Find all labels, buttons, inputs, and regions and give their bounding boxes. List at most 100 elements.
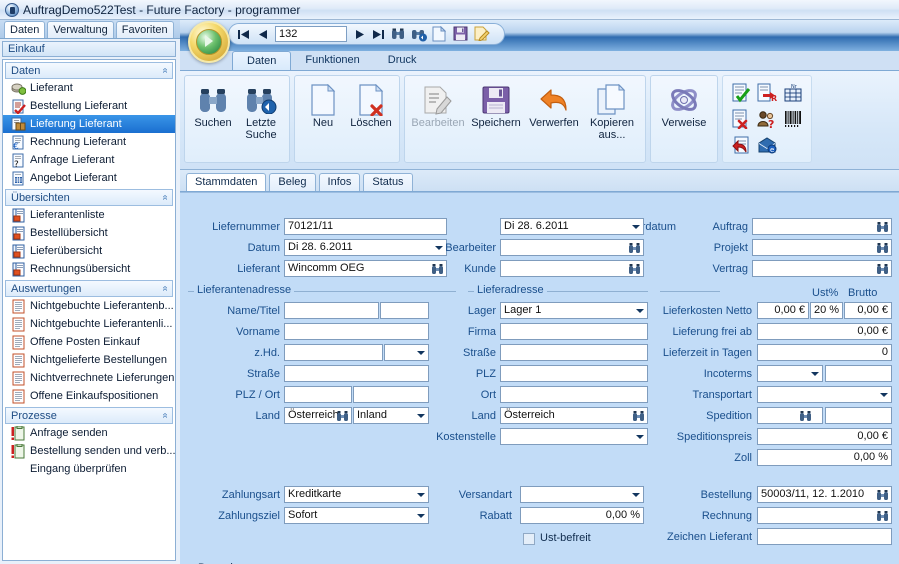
app-orb-button[interactable] — [188, 21, 230, 63]
field-lieferung-frei-ab[interactable]: 0,00 € — [757, 323, 892, 340]
chevron-down-icon[interactable] — [417, 493, 425, 497]
ribbon-button-bearbeiten[interactable]: Bearbeiten — [409, 79, 467, 141]
sidebar-group-header-daten[interactable]: Daten » — [5, 62, 173, 79]
checkbox-ust-befreit[interactable] — [523, 533, 535, 545]
binoculars-icon[interactable] — [876, 510, 889, 522]
document-delete-icon[interactable] — [729, 107, 753, 131]
new-document-icon[interactable] — [432, 26, 448, 42]
chevron-up-icon[interactable]: » — [160, 195, 171, 201]
binoculars-icon[interactable] — [628, 242, 641, 254]
chevron-down-icon[interactable] — [417, 514, 425, 518]
numbering-table-icon[interactable]: Nr — [781, 81, 805, 105]
mail-open-icon[interactable]: e — [755, 133, 779, 157]
field-zahlungsziel[interactable]: Sofort — [284, 507, 429, 524]
sidebar-item-eingang-berpr-fen[interactable]: Eingang überprüfen — [3, 460, 175, 478]
search-binoculars-icon[interactable] — [390, 26, 406, 42]
field-speditionspreis[interactable]: 0,00 € — [757, 428, 892, 445]
ribbon-button-verweise[interactable]: Verweise — [655, 79, 713, 141]
sidebar-item-offene-posten-einkauf[interactable]: Offene Posten Einkauf — [3, 333, 175, 351]
chevron-up-icon[interactable]: » — [160, 68, 171, 74]
field-kostenstelle[interactable] — [500, 428, 648, 445]
sidebar-item-rechnung-lieferant[interactable]: € Rechnung Lieferant — [3, 133, 175, 151]
sidebar-item-nichtgebuchte-lieferantenb[interactable]: Nichtgebuchte Lieferantenb... — [3, 297, 175, 315]
ribbon-button-verwerfen[interactable]: Verwerfen — [525, 79, 583, 141]
document-to-invoice-icon[interactable]: R — [755, 81, 779, 105]
sidebar-item-bestellung-lieferant[interactable]: Bestellung Lieferant — [3, 97, 175, 115]
field-lieferkosten-netto[interactable]: 0,00 € — [757, 302, 809, 319]
field-auftrag[interactable] — [752, 218, 892, 235]
ribbon-button-letzte-suche[interactable]: Letzte Suche — [237, 79, 285, 141]
ribbon-button-kopieren-aus[interactable]: Kopieren aus... — [583, 79, 641, 141]
sidebar-item-offene-einkaufspositionen[interactable]: Offene Einkaufspositionen — [3, 387, 175, 405]
binoculars-icon[interactable] — [876, 221, 889, 233]
ribbon-button-loeschen[interactable]: Löschen — [347, 79, 395, 141]
nav-tab-verwaltung[interactable]: Verwaltung — [47, 21, 114, 38]
sidebar-item-lieferant[interactable]: Lieferant — [3, 79, 175, 97]
binoculars-icon[interactable] — [336, 410, 349, 422]
ribbon-tab-funktionen[interactable]: Funktionen — [291, 51, 373, 70]
prev-record-icon[interactable] — [256, 27, 270, 41]
sidebar-item-rechnungs-bersicht[interactable]: Rechnungsübersicht — [3, 260, 175, 278]
chevron-down-icon[interactable] — [417, 351, 425, 355]
field-plz-liefer[interactable] — [500, 365, 648, 382]
ribbon-button-speichern[interactable]: Speichern — [467, 79, 525, 141]
field-strasse-liefer[interactable] — [500, 344, 648, 361]
chevron-down-icon[interactable] — [632, 493, 640, 497]
field-zeichen-lieferant[interactable] — [757, 528, 892, 545]
ribbon-tab-daten[interactable]: Daten — [232, 51, 292, 70]
document-undo-icon[interactable] — [729, 133, 753, 157]
field-name-titel-2[interactable] — [380, 302, 429, 319]
barcode-icon[interactable] — [781, 107, 805, 131]
field-spedition-text[interactable] — [825, 407, 892, 424]
field-land-lieferant[interactable]: Österreich — [284, 407, 352, 424]
sidebar-item-nichtverrechnete-lieferungen[interactable]: Nichtverrechnete Lieferungen — [3, 369, 175, 387]
sidebar-item-liefer-bersicht[interactable]: Lieferübersicht — [3, 242, 175, 260]
form-tab-infos[interactable]: Infos — [318, 173, 361, 191]
field-vorname[interactable] — [284, 323, 429, 340]
field-versandart[interactable] — [520, 486, 644, 503]
sidebar-item-lieferantenliste[interactable]: Lieferantenliste — [3, 206, 175, 224]
chevron-down-icon[interactable] — [632, 225, 640, 229]
sidebar-item-nichtgelieferte-bestellungen[interactable]: Nichtgelieferte Bestellungen — [3, 351, 175, 369]
ribbon-button-suchen[interactable]: Suchen — [189, 79, 237, 141]
field-bestellung[interactable]: 50003/11, 12. 1.2010 — [757, 486, 892, 503]
field-zahlungsart[interactable]: Kreditkarte — [284, 486, 429, 503]
chevron-down-icon[interactable] — [417, 414, 425, 418]
record-number-input[interactable]: 132 — [275, 26, 347, 42]
field-incoterms-text[interactable] — [825, 365, 892, 382]
field-firma[interactable] — [500, 323, 648, 340]
field-transportart[interactable] — [757, 386, 892, 403]
sidebar-item-anfrage-lieferant[interactable]: ? Anfrage Lieferant — [3, 151, 175, 169]
sidebar-group-header-prozesse[interactable]: Prozesse » — [5, 407, 173, 424]
field-projekt[interactable] — [752, 239, 892, 256]
form-tab-status[interactable]: Status — [363, 173, 413, 191]
field-lieferzeit-in-tagen[interactable]: 0 — [757, 344, 892, 361]
ribbon-tab-druck[interactable]: Druck — [374, 51, 431, 70]
form-tab-beleg[interactable]: Beleg — [269, 173, 316, 191]
field-lager[interactable]: Lager 1 — [500, 302, 648, 319]
field-name-titel[interactable] — [284, 302, 379, 319]
chevron-up-icon[interactable]: » — [160, 413, 171, 419]
field-liefernummer[interactable]: 70121/11 — [284, 218, 447, 235]
nav-tab-favoriten[interactable]: Favoriten — [115, 21, 174, 38]
sidebar-item-bestell-bersicht[interactable]: Bestellübersicht — [3, 224, 175, 242]
contact-question-icon[interactable]: ? — [755, 107, 779, 131]
field-strasse-lieferant[interactable] — [284, 365, 429, 382]
binoculars-icon[interactable] — [632, 410, 645, 422]
field-ort-liefer[interactable] — [500, 386, 648, 403]
field-zhd-combo[interactable] — [384, 344, 429, 361]
chevron-down-icon[interactable] — [811, 372, 819, 376]
save-disk-icon[interactable] — [453, 26, 469, 42]
sidebar-item-lieferung-lieferant[interactable]: Lieferung Lieferant — [3, 115, 175, 133]
binoculars-icon[interactable] — [628, 263, 641, 275]
chevron-up-icon[interactable]: » — [160, 286, 171, 292]
sidebar-group-header-auswertungen[interactable]: Auswertungen » — [5, 280, 173, 297]
chevron-down-icon[interactable] — [880, 393, 888, 397]
field-land-inland[interactable]: Inland — [353, 407, 429, 424]
document-check-icon[interactable] — [729, 81, 753, 105]
field-spedition[interactable] — [757, 407, 823, 424]
binoculars-icon[interactable] — [799, 410, 812, 422]
binoculars-icon[interactable] — [876, 263, 889, 275]
sidebar-item-bestellung-senden-und-verb[interactable]: Bestellung senden und verb... — [3, 442, 175, 460]
binoculars-icon[interactable] — [876, 242, 889, 254]
